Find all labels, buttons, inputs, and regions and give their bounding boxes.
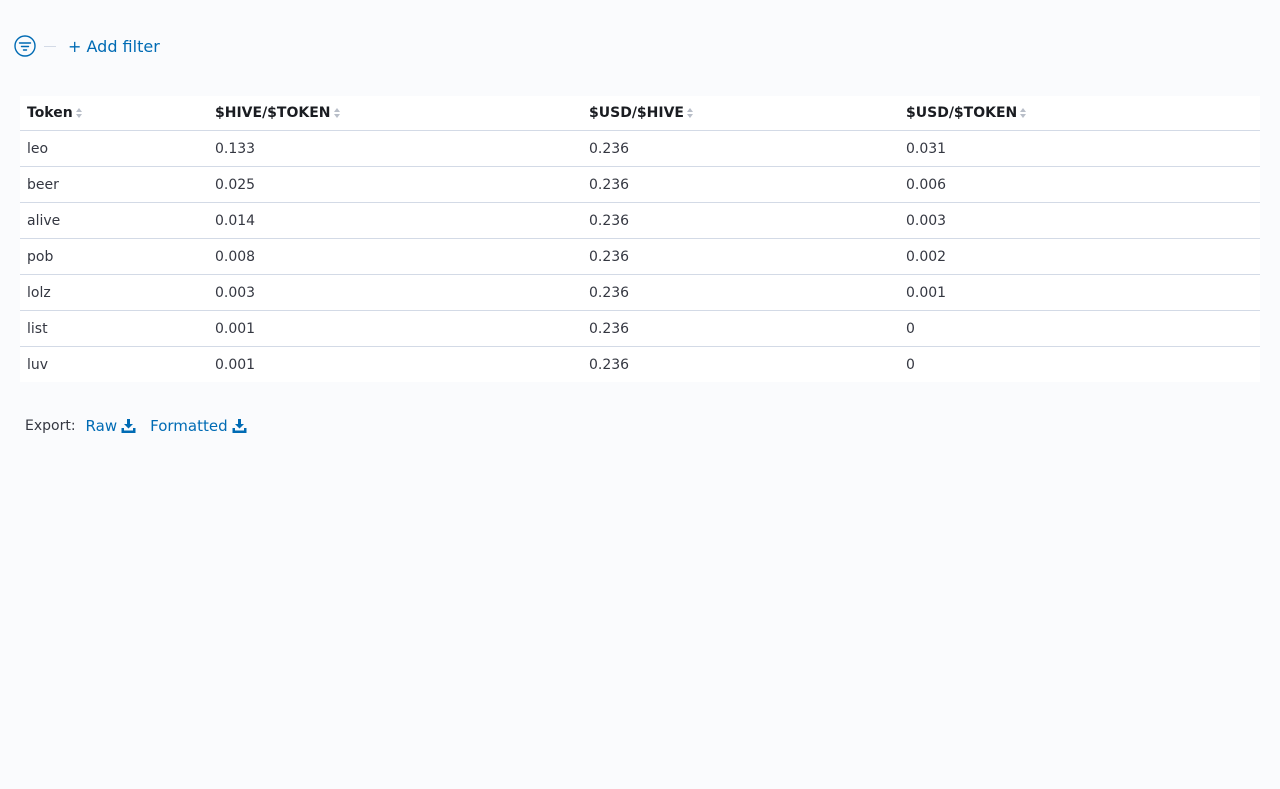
table-row: beer 0.025 0.236 0.006 xyxy=(20,166,1260,203)
cell-usd-hive: 0.236 xyxy=(582,238,899,275)
column-header-label: $HIVE/$TOKEN xyxy=(215,105,331,121)
export-formatted-label: Formatted xyxy=(150,417,228,435)
cell-hive-token: 0.001 xyxy=(215,356,256,373)
column-header-usd-token[interactable]: $USD/$TOKEN xyxy=(899,96,1260,131)
table-row: luv 0.001 0.236 0 xyxy=(20,347,1260,383)
cell-usd-hive: 0.236 xyxy=(582,166,899,203)
cell-usd-hive: 0.236 xyxy=(582,202,899,239)
export-raw-label: Raw xyxy=(85,417,118,435)
sort-icon[interactable] xyxy=(686,107,694,119)
cell-usd-hive: 0.236 xyxy=(582,274,899,311)
filter-bar: + Add filter xyxy=(14,34,160,58)
export-raw-link[interactable]: Raw xyxy=(86,417,137,435)
export-label: Export: xyxy=(25,418,76,434)
column-header-hive-token[interactable]: $HIVE/$TOKEN xyxy=(208,96,582,131)
cell-usd-token: 0 xyxy=(899,310,1260,347)
sort-icon[interactable] xyxy=(333,107,341,119)
cell-token: leo xyxy=(20,130,208,167)
table-row: leo 0.133 0.236 0.031 xyxy=(20,130,1260,167)
cell-hive-token: 0.001 xyxy=(208,310,582,347)
cell-usd-token: 0.003 xyxy=(899,202,1260,239)
column-header-label: $USD/$HIVE xyxy=(589,105,684,121)
table-row: pob 0.008 0.236 0.002 xyxy=(20,238,1260,275)
table-row: alive 0.014 0.236 0.003 xyxy=(20,202,1260,239)
cell-hive-token: 0.014 xyxy=(208,202,582,239)
cell-usd-token: 0.006 xyxy=(899,166,1260,203)
export-bar: Export: Raw Formatted xyxy=(25,417,261,435)
column-header-usd-hive[interactable]: $USD/$HIVE xyxy=(582,96,899,131)
table-row: list 0.001 0.236 0 xyxy=(20,310,1260,347)
cell-usd-hive: 0.236 xyxy=(589,356,630,373)
cell-usd-token: 0 xyxy=(906,356,915,373)
cell-usd-hive: 0.236 xyxy=(582,310,899,347)
cell-usd-token: 0.002 xyxy=(899,238,1260,275)
cell-usd-hive: 0.236 xyxy=(582,130,899,167)
add-filter-button[interactable]: + Add filter xyxy=(68,37,160,56)
column-header-token[interactable]: Token xyxy=(20,96,208,131)
cell-token: list xyxy=(20,310,208,347)
cell-token: beer xyxy=(20,166,208,203)
table-header-row: Token $HIVE/$TOKEN $USD/$HIVE $USD/$TOKE… xyxy=(20,96,1260,131)
table-row: lolz 0.003 0.236 0.001 xyxy=(20,274,1260,311)
sort-icon[interactable] xyxy=(75,107,83,119)
sort-icon[interactable] xyxy=(1019,107,1027,119)
download-icon xyxy=(232,419,247,433)
cell-hive-token: 0.133 xyxy=(208,130,582,167)
cell-token: pob xyxy=(20,238,208,275)
cell-token: luv xyxy=(27,356,49,373)
cell-usd-token: 0.001 xyxy=(899,274,1260,311)
cell-token: lolz xyxy=(20,274,208,311)
cell-hive-token: 0.003 xyxy=(208,274,582,311)
cell-token: alive xyxy=(20,202,208,239)
column-header-label: Token xyxy=(27,105,73,121)
cell-hive-token: 0.008 xyxy=(208,238,582,275)
data-table: Token $HIVE/$TOKEN $USD/$HIVE $USD/$TOKE… xyxy=(20,96,1260,382)
filter-divider xyxy=(44,45,56,47)
export-formatted-link[interactable]: Formatted xyxy=(150,417,247,435)
column-header-label: $USD/$TOKEN xyxy=(906,105,1018,121)
cell-usd-token: 0.031 xyxy=(899,130,1260,167)
cell-hive-token: 0.025 xyxy=(208,166,582,203)
filter-icon[interactable] xyxy=(14,35,36,57)
download-icon xyxy=(121,419,136,433)
